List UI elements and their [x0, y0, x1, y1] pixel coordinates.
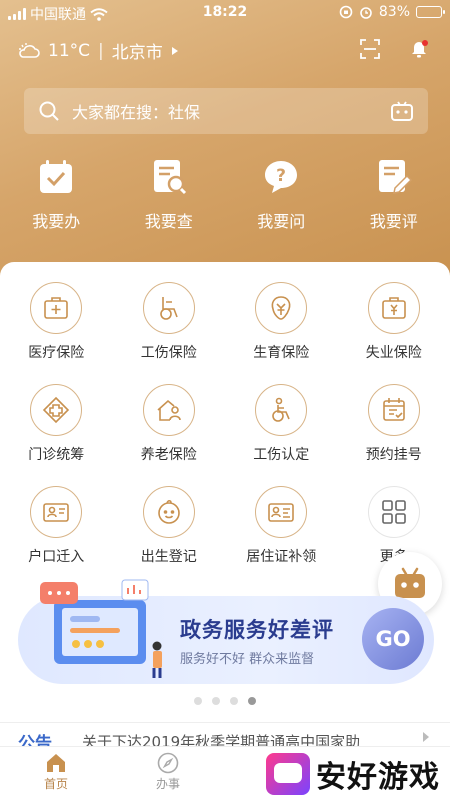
- service-injury-identification[interactable]: 工伤认定: [225, 384, 338, 464]
- service-residence-card[interactable]: 居住证补领: [225, 486, 338, 566]
- battery-percent: 83%: [378, 4, 410, 20]
- lock-rotation-icon: [339, 5, 353, 19]
- injury-wheelchair-icon: [272, 397, 290, 422]
- service-label: 门诊统筹: [28, 447, 85, 463]
- cloudy-weather-icon: [19, 42, 40, 58]
- search-placeholder: 大家都在搜：社保: [72, 103, 201, 122]
- service-injury-insurance[interactable]: 工伤保险: [113, 282, 226, 362]
- carousel-indicator: [0, 697, 450, 705]
- service-outpatient[interactable]: 门诊统筹: [0, 384, 113, 464]
- divider: |: [98, 40, 104, 61]
- gamepad-logo-icon: [266, 753, 310, 795]
- quick-action-apply[interactable]: 我要办: [0, 158, 113, 232]
- caret-right-icon: [171, 46, 178, 55]
- service-maternity-insurance[interactable]: 生育保险: [225, 282, 338, 362]
- carousel-dot[interactable]: [212, 697, 220, 705]
- service-label: 工伤保险: [140, 345, 197, 361]
- service-label: 户口迁入: [28, 549, 85, 565]
- document-edit-icon: [378, 160, 412, 194]
- question-bubble-icon: ?: [265, 161, 298, 193]
- wheelchair-icon: [159, 297, 178, 320]
- quick-action-label: 我要办: [32, 212, 81, 231]
- residence-card-icon: [268, 503, 295, 522]
- scan-icon[interactable]: [360, 39, 380, 59]
- caret-right-icon: [423, 732, 429, 742]
- service-label: 出生登记: [140, 549, 197, 565]
- battery-icon: [416, 6, 445, 18]
- quick-action-label: 我要查: [144, 212, 193, 231]
- service-label: 生育保险: [253, 345, 310, 361]
- carousel-dot-active[interactable]: [248, 697, 256, 705]
- yuan-briefcase-icon: [381, 297, 406, 319]
- carousel-dot[interactable]: [194, 697, 202, 705]
- service-rating-banner[interactable]: 政务服务好差评 服务好不好 群众来监督 GO: [18, 579, 434, 684]
- home-icon: [47, 754, 65, 772]
- banner-subtitle: 服务好不好 群众来监督: [180, 652, 315, 667]
- service-unemployment-insurance[interactable]: 失业保险: [338, 282, 450, 362]
- quick-action-rate[interactable]: 我要评: [338, 158, 450, 232]
- services-grid: 医疗保险 工伤保险 生育保险 失业保险 门诊统筹 养老保险 工伤认定 预约挂号 …: [0, 282, 450, 566]
- calendar-check-icon: [40, 160, 73, 193]
- clinic-cross-icon: [43, 396, 70, 424]
- service-label: 医疗保险: [28, 345, 85, 361]
- tab-label: 首页: [43, 777, 68, 791]
- city-name: 北京市: [111, 43, 163, 63]
- document-search-icon: [153, 160, 186, 195]
- alarm-icon: [360, 7, 372, 19]
- service-more[interactable]: 更多: [338, 486, 450, 566]
- medical-kit-icon: [44, 297, 69, 319]
- robot-assistant-icon[interactable]: [390, 100, 414, 122]
- weather-location[interactable]: 11°C | 北京市: [18, 38, 179, 63]
- compass-icon: [157, 752, 179, 774]
- search-bar[interactable]: 大家都在搜：社保: [24, 88, 428, 134]
- quick-action-ask[interactable]: ? 我要问: [225, 158, 338, 232]
- service-label: 工伤认定: [253, 447, 310, 463]
- service-label: 失业保险: [365, 345, 422, 361]
- search-icon: [39, 101, 59, 121]
- notification-bell-icon[interactable]: [408, 38, 430, 60]
- quick-action-label: 我要问: [257, 212, 306, 231]
- go-button[interactable]: GO: [362, 608, 424, 670]
- elder-home-icon: [157, 399, 181, 421]
- service-appointment[interactable]: 预约挂号: [338, 384, 450, 464]
- svg-text:?: ?: [276, 166, 286, 186]
- service-label: 养老保险: [140, 447, 197, 463]
- service-birth-registration[interactable]: 出生登记: [113, 486, 226, 566]
- tab-label: 办事: [155, 777, 180, 791]
- temperature: 11°C: [48, 40, 91, 61]
- service-pension-insurance[interactable]: 养老保险: [113, 384, 226, 464]
- service-label: 预约挂号: [365, 447, 422, 463]
- rating-illustration: [40, 579, 162, 678]
- id-card-icon: [43, 503, 70, 522]
- banner-title: 政务服务好差评: [180, 618, 334, 642]
- tab-services[interactable]: 办事: [112, 747, 224, 800]
- carousel-dot[interactable]: [230, 697, 238, 705]
- quick-action-query[interactable]: 我要查: [113, 158, 226, 232]
- baby-face-icon: [157, 499, 180, 524]
- service-label: 居住证补领: [246, 549, 317, 565]
- tab-home[interactable]: 首页: [0, 747, 112, 800]
- watermark-text: 安好游戏: [316, 760, 440, 795]
- hero-header: 中国联通 18:22 83% 11°C | 北京市 大家都在搜：社保 我要办 我…: [0, 0, 450, 290]
- watermark-overlay: 安好游戏: [262, 748, 450, 800]
- grid-more-icon: [381, 500, 406, 524]
- appointment-calendar-icon: [382, 398, 405, 421]
- status-bar: 中国联通 18:22 83%: [0, 0, 450, 26]
- quick-action-label: 我要评: [369, 212, 418, 231]
- service-household-transfer[interactable]: 户口迁入: [0, 486, 113, 566]
- service-medical-insurance[interactable]: 医疗保险: [0, 282, 113, 362]
- maternity-icon: [271, 296, 291, 320]
